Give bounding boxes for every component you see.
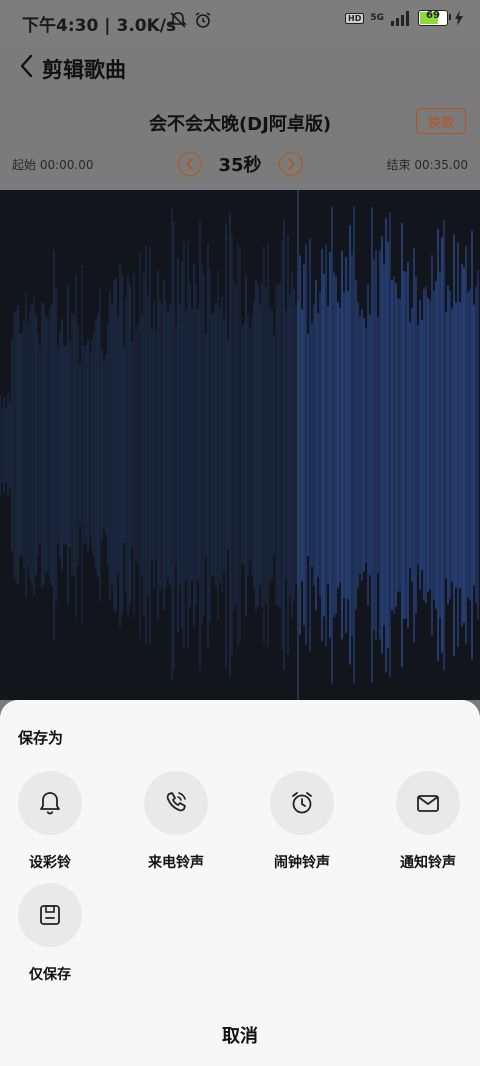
save-icon	[40, 905, 60, 925]
chevron-right-icon	[288, 158, 295, 170]
change-song-button[interactable]: 换歌	[416, 108, 466, 134]
hd-badge: HD	[345, 12, 365, 24]
option-alarm-ringtone[interactable]: 闹钟铃声	[257, 771, 347, 872]
battery-level: 69	[426, 10, 440, 21]
decrease-duration-button[interactable]	[178, 152, 202, 176]
header: 剪辑歌曲 会不会太晚(DJ阿卓版) 换歌 起始 00:00.00 35秒 结束 …	[0, 42, 480, 190]
option-label: 闹钟铃声	[274, 855, 330, 871]
song-title: 会不会太晚(DJ阿卓版)	[148, 114, 332, 135]
option-icon-circle[interactable]	[144, 771, 208, 835]
alarm-icon	[195, 12, 211, 28]
status-time: 下午4:30 | 3.0K/s	[22, 16, 177, 36]
muted-bell-icon	[169, 12, 187, 28]
save-as-sheet: 保存为 设彩铃 来电铃声 闹钟铃声 通知铃声 仅保存 取消	[0, 700, 480, 1066]
network-type: 5G	[370, 12, 384, 23]
page-title: 剪辑歌曲	[42, 58, 126, 82]
chevron-left-icon	[186, 158, 193, 170]
charging-icon	[455, 10, 463, 26]
signal-icon	[391, 11, 409, 26]
end-time: 结束 00:35.00	[386, 158, 468, 172]
waveform-editor[interactable]	[0, 190, 480, 700]
status-bar: 下午4:30 | 3.0K/s HD 5G 69	[0, 0, 480, 42]
start-time: 起始 00:00.00	[12, 158, 94, 172]
cancel-button[interactable]: 取消	[0, 1022, 480, 1048]
option-save-only[interactable]: 仅保存	[5, 883, 95, 984]
battery-icon: 69	[418, 10, 451, 26]
option-label: 来电铃声	[148, 855, 204, 871]
option-call-ringtone[interactable]: 来电铃声	[131, 771, 221, 872]
option-icon-circle[interactable]	[18, 883, 82, 947]
option-set-ringback[interactable]: 设彩铃	[5, 771, 95, 872]
phone-ring-icon	[166, 792, 186, 812]
option-label: 仅保存	[29, 967, 71, 983]
sheet-title: 保存为	[18, 729, 64, 747]
status-right: HD 5G 69	[345, 10, 464, 26]
option-icon-circle[interactable]	[270, 771, 334, 835]
option-notification-ringtone[interactable]: 通知铃声	[383, 771, 473, 872]
clock-text: 下午4:30	[22, 16, 99, 36]
alarm-clock-icon	[292, 792, 312, 814]
mail-icon	[417, 795, 439, 812]
waveform	[0, 190, 479, 700]
bell-icon	[40, 792, 60, 815]
back-arrow-icon[interactable]	[14, 52, 42, 80]
option-label: 通知铃声	[400, 855, 456, 871]
option-icon-circle[interactable]	[396, 771, 460, 835]
increase-duration-button[interactable]	[279, 152, 303, 176]
option-label: 设彩铃	[29, 855, 71, 871]
duration-label: 35秒	[218, 155, 262, 176]
option-icon-circle[interactable]	[18, 771, 82, 835]
